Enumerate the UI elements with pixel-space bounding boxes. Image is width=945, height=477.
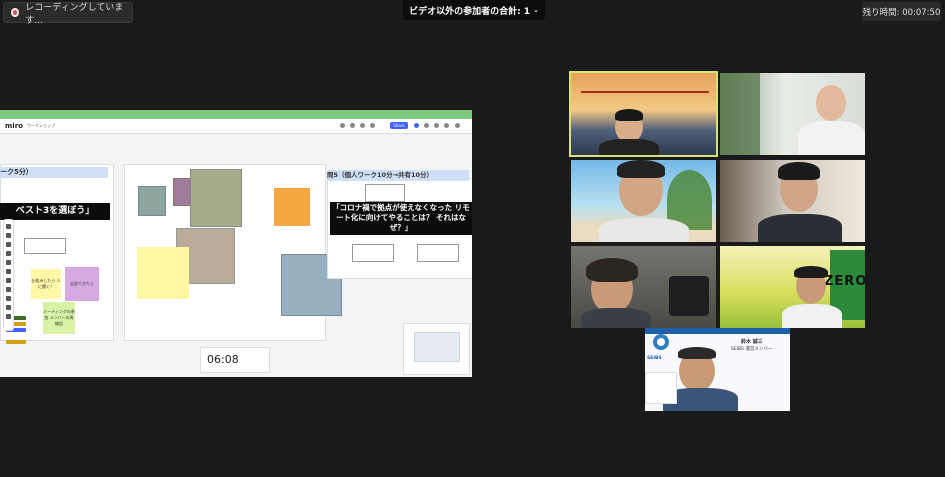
template-icon[interactable] [6, 233, 11, 238]
seibs-logo-icon [653, 334, 669, 350]
chevron-down-icon: ⌄ [533, 6, 539, 14]
video-tile[interactable] [720, 160, 865, 242]
slide-text-block [645, 372, 677, 404]
note-box[interactable] [352, 244, 394, 262]
plant-background [720, 73, 760, 155]
timer-value: 06:08 [207, 353, 239, 366]
shared-screen[interactable]: miro ワークショップ Share ーク5分） ベスト3を選ぼう」 仕組みした… [0, 110, 472, 377]
speaker-name: 鈴木 誠三 [741, 339, 763, 345]
participant-hair [615, 109, 643, 121]
note-box[interactable] [365, 184, 405, 202]
more-icon[interactable] [455, 123, 460, 128]
left-frame-title: ーク5分） [0, 167, 108, 178]
participant-body [758, 214, 842, 242]
participant-hair [794, 266, 828, 278]
comment-icon[interactable] [424, 123, 429, 128]
frame-icon[interactable] [6, 296, 11, 301]
note-box[interactable] [24, 238, 66, 254]
menu-icon[interactable] [444, 123, 449, 128]
miro-tools-panel[interactable] [3, 219, 14, 331]
recording-label: レコーディングしています... [25, 2, 124, 26]
participant-body [599, 139, 659, 155]
participant-hair [617, 160, 665, 178]
sticky-note[interactable] [274, 188, 310, 226]
text-icon[interactable] [6, 242, 11, 247]
participant-body [599, 218, 689, 242]
participants-dropdown[interactable]: ビデオ以外の参加者の合計: 1 ⌄ [403, 0, 545, 20]
headphones-background [669, 276, 709, 316]
cursor-icon[interactable] [6, 224, 11, 229]
minimap[interactable] [403, 323, 470, 375]
bridge-background [581, 91, 709, 133]
photo-card[interactable] [138, 186, 166, 216]
video-tile[interactable] [720, 73, 865, 155]
participant-hair [586, 258, 638, 282]
miro-banner [0, 110, 472, 119]
sticky-note[interactable]: 仕組みしたら 人に聞く！ [31, 269, 61, 299]
participants-label: ビデオ以外の参加者の合計: 1 [409, 6, 531, 17]
sticky-note-icon[interactable] [6, 251, 11, 256]
participant-hair [778, 162, 820, 180]
participant-body [782, 304, 842, 328]
recording-icon [11, 8, 20, 17]
share-button[interactable]: Share [390, 122, 408, 129]
video-tile-active[interactable] [569, 71, 718, 157]
pen-icon[interactable] [6, 278, 11, 283]
sticky-note[interactable] [137, 247, 189, 299]
video-tile[interactable] [571, 160, 716, 242]
miro-canvas[interactable]: ーク5分） ベスト3を選ぼう」 仕組みしたら 人に聞く！ 全部できたら ミーティ… [0, 134, 472, 377]
user-avatar-icon [350, 123, 355, 128]
user-avatar-icon [360, 123, 365, 128]
right-question: 「コロナ禍で拠点が使えなくなった リモート化に向けてやることは？ それはなぜ？」 [330, 202, 472, 235]
speaker-role: SEIBS 運営メンバー [731, 347, 773, 352]
participant-hair [678, 347, 716, 359]
video-tile[interactable] [571, 246, 716, 328]
participant-face [816, 85, 846, 121]
participant-body [798, 121, 865, 155]
video-tile-slide[interactable]: SEIBS 鈴木 誠三 SEIBS 運営メンバー [645, 328, 790, 411]
minimap-viewport [414, 332, 460, 362]
video-tile[interactable]: ZERO [720, 246, 865, 328]
photo-card[interactable] [190, 169, 242, 227]
participant-body [581, 308, 651, 328]
sticky-note[interactable]: 全部できたら [65, 267, 99, 301]
miro-toolbar: miro ワークショップ Share [0, 119, 472, 134]
user-avatar-icon [370, 123, 375, 128]
more-icon[interactable] [6, 314, 11, 319]
remaining-time: 残り時間: 00:07:50 [862, 2, 941, 21]
upload-icon[interactable] [6, 305, 11, 310]
note-box[interactable] [417, 244, 459, 262]
notification-icon[interactable] [434, 123, 439, 128]
timer-widget[interactable]: 06:08 [200, 347, 270, 373]
zero-logo: ZERO [824, 274, 865, 289]
user-avatar-icon [340, 123, 345, 128]
slide-logo-text: SEIBS [647, 356, 662, 361]
name-tag [6, 340, 26, 344]
comment-icon[interactable] [6, 287, 11, 292]
arrow-icon[interactable] [6, 269, 11, 274]
right-frame-title: 問5（個人ワーク10分→共有10分） [327, 170, 469, 181]
settings-icon[interactable] [414, 123, 419, 128]
board-title[interactable]: ワークショップ [27, 123, 55, 129]
sticky-note[interactable]: ミーティングの参加 メンバーの再確認 [43, 302, 75, 334]
recording-indicator[interactable]: レコーディングしています... [3, 2, 133, 26]
miro-logo: miro [5, 122, 23, 130]
shape-icon[interactable] [6, 260, 11, 265]
left-heading: ベスト3を選ぼう」 [0, 203, 110, 220]
